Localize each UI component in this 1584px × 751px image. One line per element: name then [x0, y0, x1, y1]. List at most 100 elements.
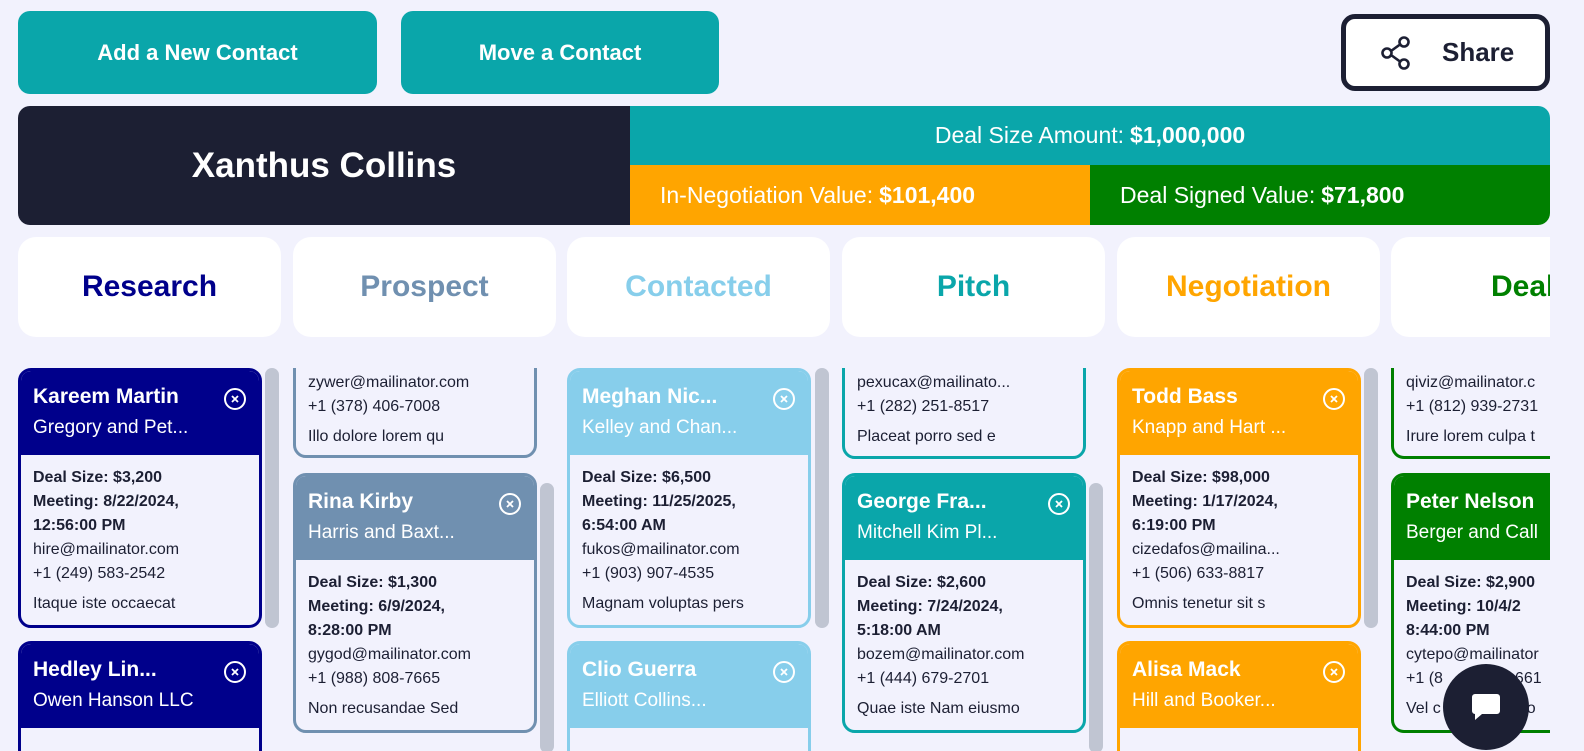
move-contact-button[interactable]: Move a Contact	[401, 11, 719, 94]
pitch-scrollbar[interactable]	[1089, 483, 1103, 751]
contact-name: George Fra...	[857, 490, 987, 513]
deal-size: Deal Size: $6,500	[582, 466, 796, 490]
meeting: Meeting: 8/22/2024,	[33, 490, 247, 514]
close-icon[interactable]	[499, 493, 521, 515]
deal-size: Deal Size: $3,200	[33, 466, 247, 490]
contact-email: cizedafos@mailina...	[1132, 541, 1280, 558]
contact-email: pexucax@mailinato...	[857, 374, 1011, 391]
contacted-scrollbar[interactable]	[815, 368, 829, 628]
contact-company: Hill and Booker...	[1132, 690, 1276, 711]
stage-negotiation: Negotiation	[1117, 237, 1380, 337]
deal-size-label: Deal Size Amount:	[934, 122, 1125, 148]
contact-notes: Quae iste Nam eiusmo	[857, 700, 1020, 717]
contact-card[interactable]: zywer@mailinator.com +1 (378) 406-7008 I…	[293, 368, 537, 458]
deal-size-amount: Deal Size Amount: $1,000,000	[630, 106, 1550, 165]
contact-notes: Placeat porro sed e	[857, 428, 996, 445]
meeting-date: 6/9/2024,	[378, 598, 445, 615]
in-negotiation-label: In-Negotiation Value:	[660, 181, 874, 208]
summary-banner: Xanthus Collins Deal Size Amount: $1,000…	[18, 106, 1550, 225]
contact-email: hire@mailinator.com	[33, 541, 180, 558]
deal-size: Deal Size: $1,300	[308, 571, 522, 595]
meeting-date: 1/17/2024,	[1202, 493, 1278, 510]
contact-email: bozem@mailinator.com	[857, 646, 1025, 663]
contact-card[interactable]: pexucax@mailinato... +1 (282) 251-8517 P…	[842, 368, 1086, 459]
contact-card[interactable]: Clio Guerra Elliott Collins...	[567, 641, 811, 751]
meeting-time: 8:28:00 PM	[308, 622, 392, 639]
close-icon[interactable]	[1048, 493, 1070, 515]
close-icon[interactable]	[773, 661, 795, 683]
meeting-date: 10/4/2	[1476, 598, 1521, 615]
meeting: Meeting: 7/24/2024,	[857, 595, 1071, 619]
contact-notes: Omnis tenetur sit s	[1132, 595, 1266, 612]
contact-card[interactable]: Meghan Nic... Kelley and Chan... Deal Si…	[567, 368, 811, 628]
meeting-date: 11/25/2025,	[652, 493, 736, 510]
prospect-scrollbar[interactable]	[540, 483, 554, 751]
contact-name: Peter Nelson	[1406, 490, 1535, 513]
deal-size-value: $3,200	[113, 469, 162, 486]
contact-name: Kareem Martin	[33, 385, 179, 408]
contact-card[interactable]: Alisa Mack Hill and Booker...	[1117, 641, 1361, 751]
contact-email: zywer@mailinator.com	[308, 374, 470, 391]
contact-card[interactable]: George Fra... Mitchell Kim Pl... Deal Si…	[842, 473, 1086, 733]
chat-button[interactable]	[1443, 664, 1529, 750]
add-contact-button[interactable]: Add a New Contact	[18, 11, 377, 94]
contact-name: Todd Bass	[1132, 385, 1238, 408]
deal-signed-label: Deal Signed Value:	[1120, 181, 1316, 208]
owner-name: Xanthus Collins	[18, 106, 630, 225]
share-icon	[1381, 35, 1410, 70]
negotiation-scrollbar[interactable]	[1364, 368, 1378, 628]
contact-notes-start: Vel c	[1406, 700, 1441, 717]
contact-card[interactable]: Hedley Lin... Owen Hanson LLC	[18, 641, 262, 751]
contact-email: gygod@mailinator.com	[308, 646, 471, 663]
stage-prospect: Prospect	[293, 237, 556, 337]
close-icon[interactable]	[224, 388, 246, 410]
deal-size-label: Deal Size:	[1406, 574, 1482, 591]
stage-contacted: Contacted	[567, 237, 830, 337]
contact-company: Kelley and Chan...	[582, 417, 738, 438]
contact-company: Berger and Call	[1406, 522, 1539, 543]
deal-size-value: $2,900	[1486, 574, 1535, 591]
stage-deal: Deal	[1391, 237, 1550, 337]
deal-size-value: $98,000	[1212, 469, 1270, 486]
deal-size-label: Deal Size:	[857, 574, 933, 591]
deal-size-value: $2,600	[937, 574, 986, 591]
deal-signed-amount: $71,800	[1321, 181, 1405, 208]
deal-signed-value: Deal Signed Value: $71,800	[1090, 165, 1550, 225]
contact-card[interactable]: Kareem Martin Gregory and Pet... Deal Si…	[18, 368, 262, 628]
meeting-label: Meeting:	[308, 598, 374, 615]
contact-company: Owen Hanson LLC	[33, 690, 194, 711]
contact-notes: Non recusandae Sed	[308, 700, 459, 717]
contact-name: Alisa Mack	[1132, 658, 1241, 681]
contact-phone: +1 (903) 907-4535	[582, 565, 715, 582]
share-label: Share	[1442, 37, 1515, 67]
meeting-label: Meeting:	[1406, 598, 1472, 615]
contact-company: Harris and Baxt...	[308, 522, 455, 543]
meeting-date: 7/24/2024,	[927, 598, 1003, 615]
contact-card[interactable]: Todd Bass Knapp and Hart ... Deal Size: …	[1117, 368, 1361, 628]
close-icon[interactable]	[1323, 661, 1345, 683]
contact-phone: +1 (282) 251-8517	[857, 398, 990, 415]
deal-size-value: $1,000,000	[1130, 122, 1246, 148]
research-scrollbar[interactable]	[265, 368, 279, 628]
meeting-label: Meeting:	[33, 493, 99, 510]
close-icon[interactable]	[224, 661, 246, 683]
meeting: Meeting: 6/9/2024,	[308, 595, 522, 619]
contact-email: cytepo@mailinator	[1406, 646, 1539, 663]
meeting-date: 8/22/2024,	[103, 493, 179, 510]
deal-size-value: $6,500	[662, 469, 711, 486]
contact-company: Elliott Collins...	[582, 690, 707, 711]
chat-icon	[1472, 694, 1500, 720]
share-button[interactable]: Share	[1341, 14, 1550, 91]
in-negotiation-value: In-Negotiation Value: $101,400	[630, 165, 1090, 225]
contact-company: Gregory and Pet...	[33, 417, 189, 438]
meeting-time: 8:44:00 PM	[1406, 622, 1490, 639]
meeting-time: 6:54:00 AM	[582, 517, 666, 534]
contact-name: Hedley Lin...	[33, 658, 157, 681]
meeting-label: Meeting:	[582, 493, 648, 510]
deal-size-label: Deal Size:	[308, 574, 384, 591]
contact-phone: +1 (812) 939-2731	[1406, 398, 1539, 415]
close-icon[interactable]	[773, 388, 795, 410]
close-icon[interactable]	[1323, 388, 1345, 410]
contact-card[interactable]: qiviz@mailinator.c +1 (812) 939-2731 Iru…	[1391, 368, 1550, 459]
contact-card[interactable]: Rina Kirby Harris and Baxt... Deal Size:…	[293, 473, 537, 733]
